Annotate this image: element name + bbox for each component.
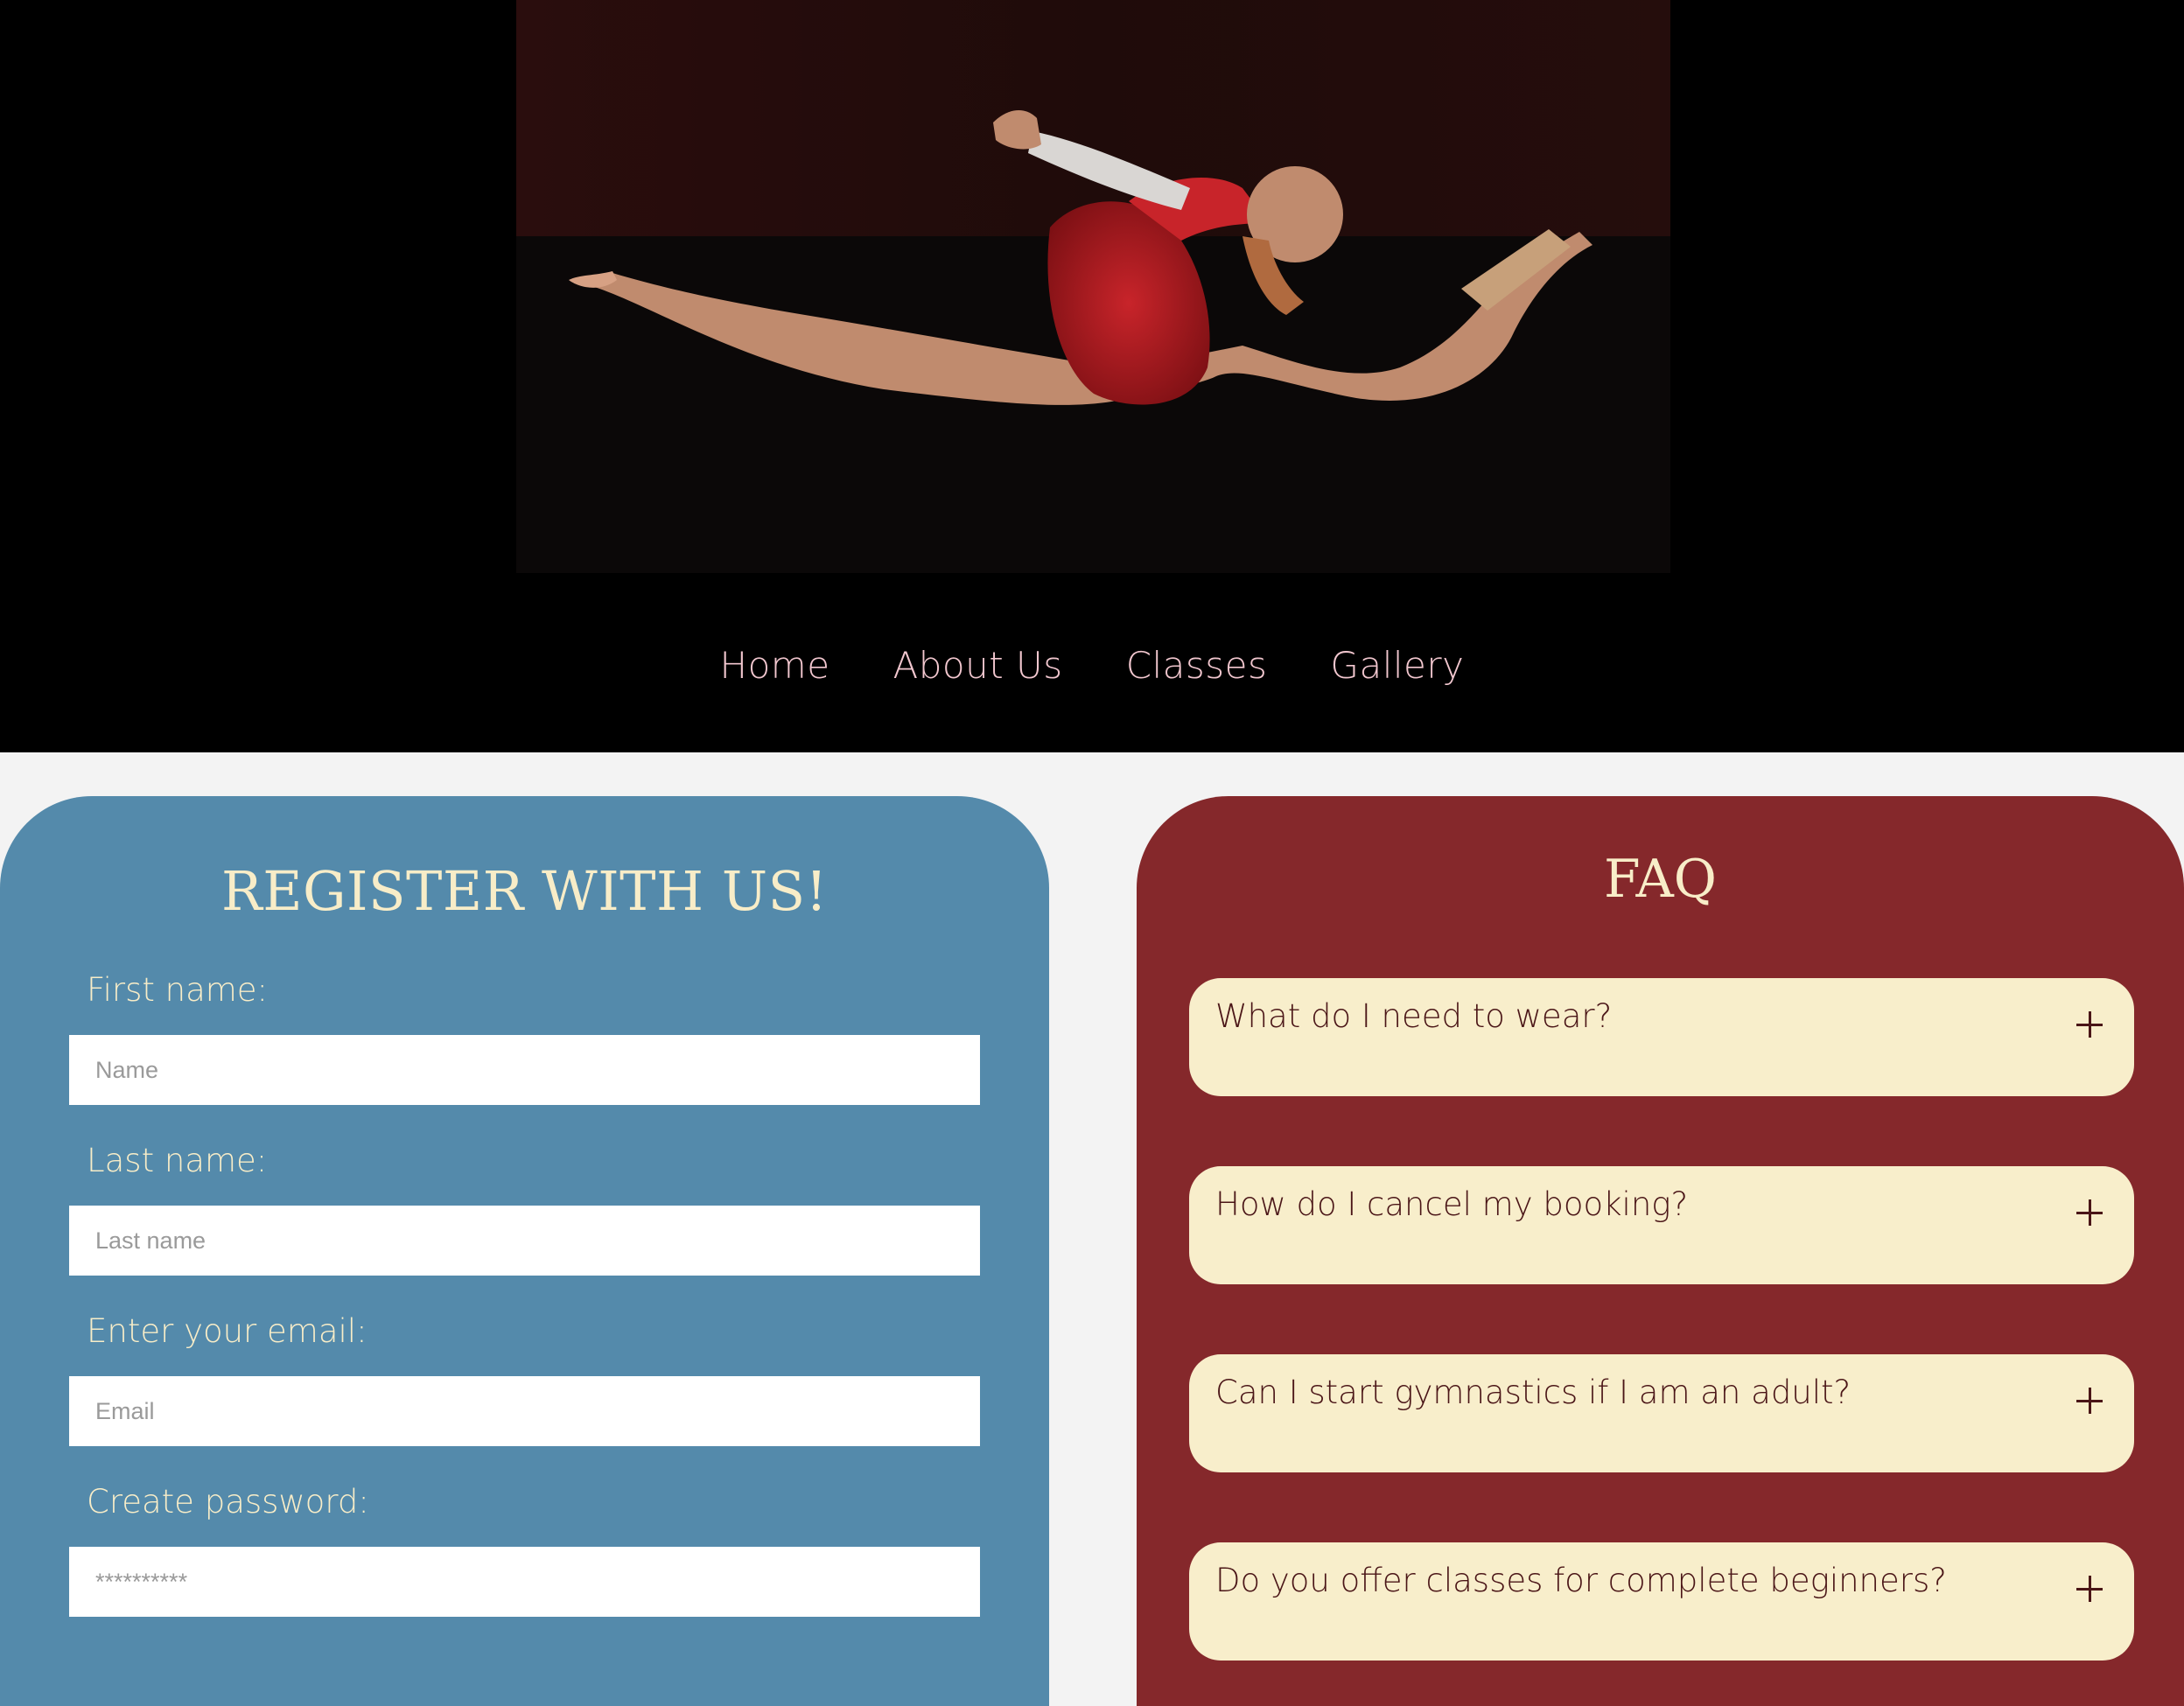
faq-item-cancel-booking[interactable]: How do I cancel my booking? bbox=[1189, 1166, 2134, 1284]
nav-about-us-link[interactable]: About Us bbox=[893, 644, 1063, 687]
email-label: Enter your email: bbox=[87, 1312, 368, 1350]
nav-classes-link[interactable]: Classes bbox=[1126, 644, 1268, 687]
nav-home-link[interactable]: Home bbox=[720, 644, 830, 687]
faq-panel: FAQ What do I need to wear? How do I can… bbox=[1137, 796, 2184, 1706]
register-form-panel: REGISTER WITH US! First name: Last name:… bbox=[0, 796, 1049, 1706]
last-name-label: Last name: bbox=[87, 1142, 268, 1179]
main-nav: Home About Us Classes Gallery bbox=[0, 612, 2184, 717]
faq-title: FAQ bbox=[1604, 849, 1717, 910]
first-name-input[interactable] bbox=[69, 1035, 980, 1105]
faq-question: What do I need to wear? bbox=[1215, 997, 1613, 1035]
faq-item-adult-start[interactable]: Can I start gymnastics if I am an adult? bbox=[1189, 1354, 2134, 1472]
email-input[interactable] bbox=[69, 1376, 980, 1446]
plus-icon[interactable] bbox=[2076, 1388, 2103, 1414]
last-name-input[interactable] bbox=[69, 1206, 980, 1276]
password-input[interactable] bbox=[69, 1547, 980, 1617]
plus-icon[interactable] bbox=[2076, 1199, 2103, 1226]
plus-icon[interactable] bbox=[2076, 1011, 2103, 1038]
plus-icon[interactable] bbox=[2076, 1576, 2103, 1602]
first-name-label: First name: bbox=[87, 971, 269, 1009]
nav-gallery-link[interactable]: Gallery bbox=[1330, 644, 1464, 687]
site-header: Home About Us Classes Gallery bbox=[0, 0, 2184, 752]
register-title: REGISTER WITH US! bbox=[221, 859, 828, 923]
faq-item-beginners[interactable]: Do you offer classes for complete beginn… bbox=[1189, 1542, 2134, 1661]
faq-question: Do you offer classes for complete beginn… bbox=[1215, 1562, 1947, 1599]
faq-item-what-to-wear[interactable]: What do I need to wear? bbox=[1189, 978, 2134, 1096]
gymnast-photo bbox=[516, 0, 1670, 573]
hero-image bbox=[516, 0, 1670, 573]
password-label: Create password: bbox=[87, 1483, 369, 1521]
faq-question: Can I start gymnastics if I am an adult? bbox=[1215, 1374, 1852, 1411]
faq-question: How do I cancel my booking? bbox=[1215, 1185, 1689, 1223]
